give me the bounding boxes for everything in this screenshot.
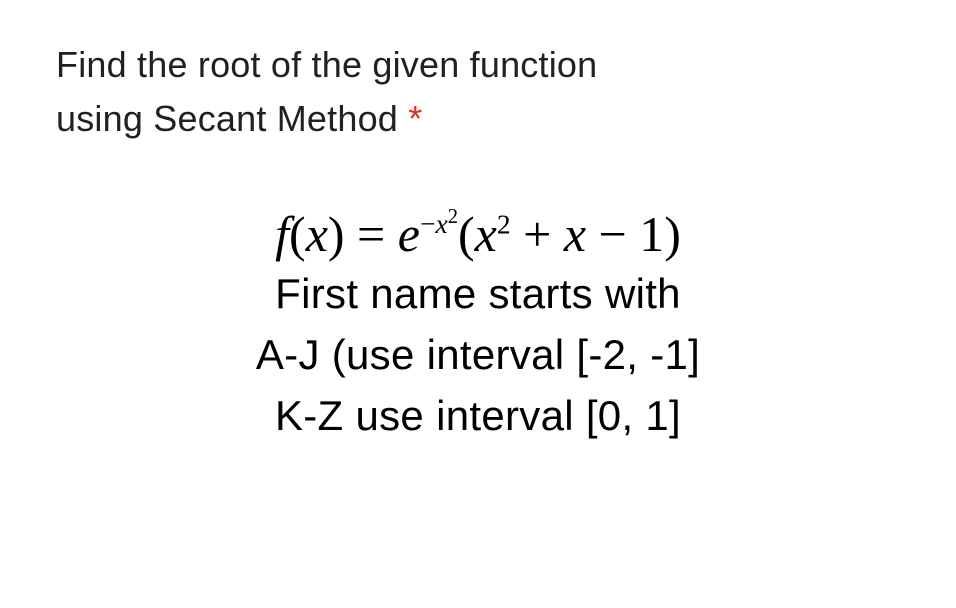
- instruction-line-1: First name starts with: [96, 264, 860, 325]
- formula-open-paren: (: [458, 206, 475, 262]
- formula-exp-minus: −: [420, 208, 436, 239]
- question-line-2: using Secant Method: [56, 98, 408, 139]
- formula-expression: f(x) = e−x2(x2 + x − 1): [275, 204, 681, 264]
- formula-e: e: [398, 206, 420, 262]
- instruction-line-2: A-J (use interval [-2, -1]: [96, 325, 860, 386]
- question-prompt: Find the root of the given function usin…: [56, 38, 900, 146]
- instruction-line-3: K-Z use interval [0, 1]: [96, 386, 860, 447]
- formula-lparen: (: [289, 206, 306, 262]
- required-asterisk: *: [408, 98, 422, 139]
- formula-exponent: −x2: [420, 208, 458, 239]
- formula-equals: =: [345, 206, 398, 262]
- formula-term1-var: x: [475, 206, 497, 262]
- formula-plus: +: [511, 206, 564, 262]
- formula-rparen: ): [328, 206, 345, 262]
- formula-exp-power: 2: [448, 206, 458, 228]
- question-line-1: Find the root of the given function: [56, 44, 597, 85]
- formula-arg: x: [306, 206, 328, 262]
- formula-f: f: [275, 206, 289, 262]
- formula-term3: 1: [639, 206, 664, 262]
- formula-exp-var: x: [435, 208, 447, 239]
- formula-close-paren: ): [664, 206, 681, 262]
- formula-term1-power: 2: [497, 208, 511, 239]
- formula-minus: −: [586, 206, 639, 262]
- formula-term2: x: [564, 206, 586, 262]
- problem-content: f(x) = e−x2(x2 + x − 1) First name start…: [56, 204, 900, 447]
